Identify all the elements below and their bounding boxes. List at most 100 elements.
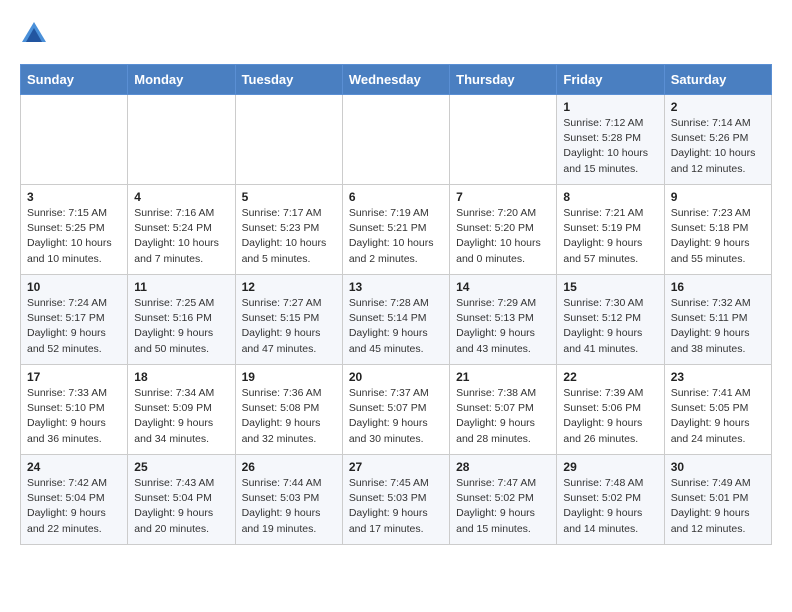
day-number: 28 xyxy=(456,460,550,474)
calendar-week-row: 1 Sunrise: 7:12 AM Sunset: 5:28 PM Daylig… xyxy=(21,95,772,185)
calendar-cell: 19 Sunrise: 7:36 AM Sunset: 5:08 PM Dayli… xyxy=(235,365,342,455)
weekday-header: Monday xyxy=(128,65,235,95)
calendar-cell: 2Sunrise: 7:14 AM Sunset: 5:26 PM Daylig… xyxy=(664,95,771,185)
calendar-cell: 23Sunrise: 7:41 AM Sunset: 5:05 PM Dayli… xyxy=(664,365,771,455)
day-info: Sunrise: 7:48 AM Sunset: 5:02 PM Dayligh… xyxy=(563,476,657,537)
calendar-cell: 13 Sunrise: 7:28 AM Sunset: 5:14 PM Dayli… xyxy=(342,275,449,365)
day-number: 20 xyxy=(349,370,443,384)
calendar-cell: 4 Sunrise: 7:16 AM Sunset: 5:24 PM Daylig… xyxy=(128,185,235,275)
calendar-cell: 26 Sunrise: 7:44 AM Sunset: 5:03 PM Dayli… xyxy=(235,455,342,545)
day-number: 10 xyxy=(27,280,121,294)
calendar-cell: 5Sunrise: 7:17 AM Sunset: 5:23 PM Daylig… xyxy=(235,185,342,275)
calendar-cell: 22Sunrise: 7:39 AM Sunset: 5:06 PM Dayli… xyxy=(557,365,664,455)
calendar-cell: 11 Sunrise: 7:25 AM Sunset: 5:16 PM Dayli… xyxy=(128,275,235,365)
day-info: Sunrise: 7:38 AM Sunset: 5:07 PM Dayligh… xyxy=(456,386,550,447)
day-info: Sunrise: 7:37 AM Sunset: 5:07 PM Dayligh… xyxy=(349,386,443,447)
day-info: Sunrise: 7:47 AM Sunset: 5:02 PM Dayligh… xyxy=(456,476,550,537)
calendar-cell: 14 Sunrise: 7:29 AM Sunset: 5:13 PM Dayli… xyxy=(450,275,557,365)
day-info: Sunrise: 7:24 AM Sunset: 5:17 PM Dayligh… xyxy=(27,296,121,357)
calendar-cell: 9Sunrise: 7:23 AM Sunset: 5:18 PM Daylig… xyxy=(664,185,771,275)
day-number: 8 xyxy=(563,190,657,204)
calendar-cell: 29 Sunrise: 7:48 AM Sunset: 5:02 PM Dayli… xyxy=(557,455,664,545)
calendar-cell: 15 Sunrise: 7:30 AM Sunset: 5:12 PM Dayli… xyxy=(557,275,664,365)
day-number: 13 xyxy=(349,280,443,294)
calendar-cell: 17 Sunrise: 7:33 AM Sunset: 5:10 PM Dayli… xyxy=(21,365,128,455)
day-number: 4 xyxy=(134,190,228,204)
day-info: Sunrise: 7:19 AM Sunset: 5:21 PM Dayligh… xyxy=(349,206,443,267)
day-number: 29 xyxy=(563,460,657,474)
weekday-header: Saturday xyxy=(664,65,771,95)
weekday-header: Friday xyxy=(557,65,664,95)
calendar-week-row: 3 Sunrise: 7:15 AM Sunset: 5:25 PM Daylig… xyxy=(21,185,772,275)
calendar-table: SundayMondayTuesdayWednesdayThursdayFrid… xyxy=(20,64,772,545)
day-info: Sunrise: 7:30 AM Sunset: 5:12 PM Dayligh… xyxy=(563,296,657,357)
day-info: Sunrise: 7:28 AM Sunset: 5:14 PM Dayligh… xyxy=(349,296,443,357)
calendar-cell xyxy=(342,95,449,185)
calendar-cell: 12 Sunrise: 7:27 AM Sunset: 5:15 PM Dayli… xyxy=(235,275,342,365)
day-info: Sunrise: 7:27 AM Sunset: 5:15 PM Dayligh… xyxy=(242,296,336,357)
day-number: 16 xyxy=(671,280,765,294)
day-number: 1 xyxy=(563,100,657,114)
day-number: 12 xyxy=(242,280,336,294)
page-header xyxy=(20,20,772,48)
calendar-cell: 7 Sunrise: 7:20 AM Sunset: 5:20 PM Daylig… xyxy=(450,185,557,275)
calendar-header-row: SundayMondayTuesdayWednesdayThursdayFrid… xyxy=(21,65,772,95)
day-info: Sunrise: 7:45 AM Sunset: 5:03 PM Dayligh… xyxy=(349,476,443,537)
calendar-cell: 6 Sunrise: 7:19 AM Sunset: 5:21 PM Daylig… xyxy=(342,185,449,275)
calendar-cell: 28 Sunrise: 7:47 AM Sunset: 5:02 PM Dayli… xyxy=(450,455,557,545)
calendar-cell: 21 Sunrise: 7:38 AM Sunset: 5:07 PM Dayli… xyxy=(450,365,557,455)
day-info: Sunrise: 7:33 AM Sunset: 5:10 PM Dayligh… xyxy=(27,386,121,447)
calendar-cell xyxy=(21,95,128,185)
day-info: Sunrise: 7:49 AM Sunset: 5:01 PM Dayligh… xyxy=(671,476,765,537)
day-number: 30 xyxy=(671,460,765,474)
day-info: Sunrise: 7:15 AM Sunset: 5:25 PM Dayligh… xyxy=(27,206,121,267)
weekday-header: Tuesday xyxy=(235,65,342,95)
day-info: Sunrise: 7:17 AM Sunset: 5:23 PM Dayligh… xyxy=(242,206,336,267)
day-info: Sunrise: 7:12 AM Sunset: 5:28 PM Dayligh… xyxy=(563,116,657,177)
day-number: 24 xyxy=(27,460,121,474)
day-number: 26 xyxy=(242,460,336,474)
weekday-header: Wednesday xyxy=(342,65,449,95)
day-number: 21 xyxy=(456,370,550,384)
calendar-cell: 16 Sunrise: 7:32 AM Sunset: 5:11 PM Dayli… xyxy=(664,275,771,365)
calendar-cell: 10 Sunrise: 7:24 AM Sunset: 5:17 PM Dayli… xyxy=(21,275,128,365)
weekday-header: Sunday xyxy=(21,65,128,95)
logo xyxy=(20,20,52,48)
day-info: Sunrise: 7:25 AM Sunset: 5:16 PM Dayligh… xyxy=(134,296,228,357)
day-info: Sunrise: 7:36 AM Sunset: 5:08 PM Dayligh… xyxy=(242,386,336,447)
day-number: 22 xyxy=(563,370,657,384)
day-number: 6 xyxy=(349,190,443,204)
day-number: 17 xyxy=(27,370,121,384)
day-info: Sunrise: 7:32 AM Sunset: 5:11 PM Dayligh… xyxy=(671,296,765,357)
day-info: Sunrise: 7:34 AM Sunset: 5:09 PM Dayligh… xyxy=(134,386,228,447)
day-number: 19 xyxy=(242,370,336,384)
calendar-cell: 30 Sunrise: 7:49 AM Sunset: 5:01 PM Dayli… xyxy=(664,455,771,545)
calendar-cell: 8 Sunrise: 7:21 AM Sunset: 5:19 PM Daylig… xyxy=(557,185,664,275)
day-number: 2 xyxy=(671,100,765,114)
calendar-week-row: 17 Sunrise: 7:33 AM Sunset: 5:10 PM Dayli… xyxy=(21,365,772,455)
day-info: Sunrise: 7:29 AM Sunset: 5:13 PM Dayligh… xyxy=(456,296,550,357)
calendar-week-row: 24Sunrise: 7:42 AM Sunset: 5:04 PM Dayli… xyxy=(21,455,772,545)
day-info: Sunrise: 7:21 AM Sunset: 5:19 PM Dayligh… xyxy=(563,206,657,267)
day-number: 15 xyxy=(563,280,657,294)
day-info: Sunrise: 7:20 AM Sunset: 5:20 PM Dayligh… xyxy=(456,206,550,267)
day-info: Sunrise: 7:23 AM Sunset: 5:18 PM Dayligh… xyxy=(671,206,765,267)
day-info: Sunrise: 7:44 AM Sunset: 5:03 PM Dayligh… xyxy=(242,476,336,537)
day-info: Sunrise: 7:43 AM Sunset: 5:04 PM Dayligh… xyxy=(134,476,228,537)
day-number: 11 xyxy=(134,280,228,294)
calendar-cell: 18Sunrise: 7:34 AM Sunset: 5:09 PM Dayli… xyxy=(128,365,235,455)
day-number: 3 xyxy=(27,190,121,204)
calendar-cell xyxy=(128,95,235,185)
calendar-cell xyxy=(235,95,342,185)
day-info: Sunrise: 7:16 AM Sunset: 5:24 PM Dayligh… xyxy=(134,206,228,267)
calendar-cell xyxy=(450,95,557,185)
day-number: 23 xyxy=(671,370,765,384)
calendar-week-row: 10 Sunrise: 7:24 AM Sunset: 5:17 PM Dayli… xyxy=(21,275,772,365)
weekday-header: Thursday xyxy=(450,65,557,95)
calendar-cell: 27Sunrise: 7:45 AM Sunset: 5:03 PM Dayli… xyxy=(342,455,449,545)
calendar-cell: 20 Sunrise: 7:37 AM Sunset: 5:07 PM Dayli… xyxy=(342,365,449,455)
calendar-cell: 1 Sunrise: 7:12 AM Sunset: 5:28 PM Daylig… xyxy=(557,95,664,185)
day-number: 7 xyxy=(456,190,550,204)
day-number: 14 xyxy=(456,280,550,294)
day-number: 25 xyxy=(134,460,228,474)
